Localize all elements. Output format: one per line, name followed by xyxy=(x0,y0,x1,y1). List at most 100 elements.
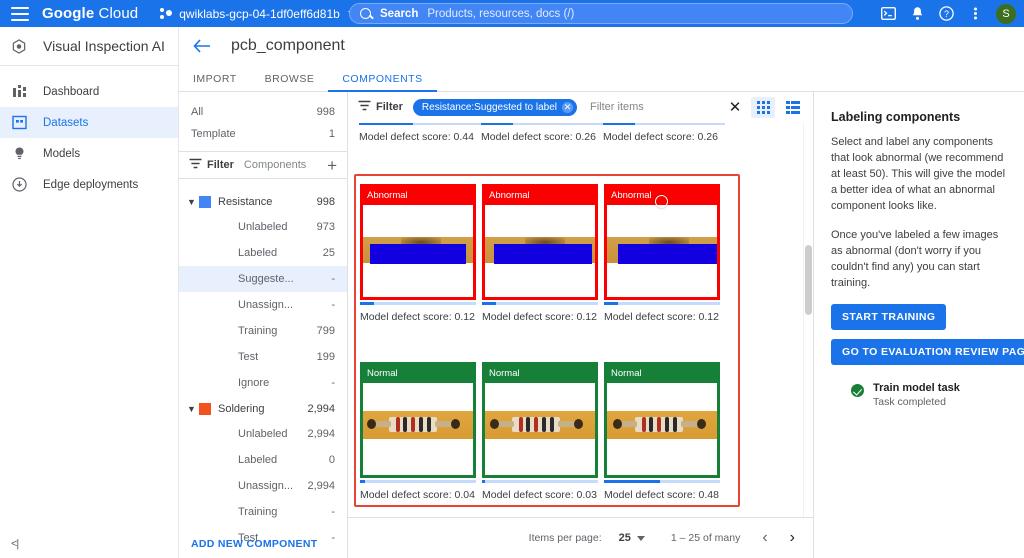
grid-card-partial[interactable]: Model defect score: 0.26 xyxy=(481,123,603,143)
summary-row-template[interactable]: Template 1 xyxy=(179,123,347,145)
help-icon[interactable]: ? xyxy=(933,1,959,27)
start-training-button[interactable]: START TRAINING xyxy=(831,304,947,330)
resistor-band-1 xyxy=(519,417,523,432)
resistor-band-2 xyxy=(403,417,407,432)
sidebar-item-models[interactable]: Models xyxy=(0,138,178,169)
card-image[interactable]: Normal xyxy=(360,362,476,478)
chevron-down-icon: ▼ xyxy=(187,403,196,414)
component-subitem-ignore[interactable]: Ignore - xyxy=(179,551,347,558)
list-view-icon[interactable] xyxy=(781,97,805,118)
sidebar-item-edge-deployments[interactable]: Edge deployments xyxy=(0,169,178,200)
project-selector[interactable]: qwiklabs-gcp-04-1df0eff6d81b xyxy=(160,7,356,21)
component-subitem-labeled[interactable]: Labeled 25 xyxy=(179,240,347,266)
chevron-right-icon[interactable]: › xyxy=(790,530,795,546)
product-title-row: Visual Inspection AI xyxy=(0,27,178,66)
grid-card-abnormal[interactable]: Abnormal Model defect score: 0.12 xyxy=(360,184,476,323)
component-subitem-unassigned[interactable]: Unassign... 2,994 xyxy=(179,473,347,499)
models-icon xyxy=(11,146,27,162)
summary-row-all[interactable]: All 998 xyxy=(179,101,347,123)
component-subitem-unassigned[interactable]: Unassign... - xyxy=(179,292,347,318)
component-subitem-unlabeled[interactable]: Unlabeled 973 xyxy=(179,214,347,240)
component-tree: ▼ Resistance 998 Unlabeled 973 Labeled 2… xyxy=(179,189,347,558)
grid-card-abnormal[interactable]: Abnormal Model defect score: 0.12 xyxy=(482,184,598,323)
component-group-resistance[interactable]: ▼ Resistance 998 xyxy=(179,189,347,214)
grid-card-normal[interactable]: Normal Model defect score: 0.48 xyxy=(604,362,720,501)
card-image[interactable]: Normal xyxy=(482,362,598,478)
grid-scrollbar[interactable] xyxy=(803,123,813,517)
items-per-page-value: 25 xyxy=(618,532,631,544)
card-image[interactable]: Abnormal xyxy=(604,184,720,300)
defect-score-bar xyxy=(603,123,725,125)
resistor-cap-left xyxy=(490,419,499,429)
grid-card-normal[interactable]: Normal Model defect score: 0.03 xyxy=(482,362,598,501)
chevron-left-icon[interactable]: ‹ xyxy=(762,530,767,546)
back-arrow-icon[interactable] xyxy=(191,35,213,57)
card-image[interactable]: Normal xyxy=(604,362,720,478)
component-subitem-training[interactable]: Training 799 xyxy=(179,318,347,344)
avatar[interactable]: S xyxy=(996,3,1016,24)
component-subitem-training[interactable]: Training - xyxy=(179,499,347,525)
component-photo xyxy=(607,205,717,297)
plus-icon[interactable]: + xyxy=(327,157,337,174)
tab-browse[interactable]: BROWSE xyxy=(251,73,329,91)
sidebar-item-datasets[interactable]: Datasets xyxy=(0,107,178,138)
component-subitem-ignore[interactable]: Ignore - xyxy=(179,370,347,396)
chevron-down-icon: ▼ xyxy=(187,196,196,207)
logo-cloud-text: Cloud xyxy=(98,5,139,22)
card-image[interactable]: Abnormal xyxy=(360,184,476,300)
grid-card-partial[interactable]: Model defect score: 0.26 xyxy=(603,123,725,143)
defect-score-text: Model defect score: 0.26 xyxy=(603,131,718,143)
filter-chip-label: Resistance:Suggested to label xyxy=(421,101,557,113)
grid-card-normal[interactable]: Normal Model defect score: 0.04 xyxy=(360,362,476,501)
component-subitem-test[interactable]: Test 199 xyxy=(179,344,347,370)
nav-list: Dashboard Datasets Models Edge deploymen… xyxy=(0,66,178,200)
defect-bounding-box xyxy=(618,244,717,264)
component-subitem-labeled[interactable]: Labeled 0 xyxy=(179,447,347,473)
component-filter-input[interactable]: Components xyxy=(244,159,327,171)
grid-scrollbar-thumb[interactable] xyxy=(805,245,812,315)
close-icon[interactable]: ✕ xyxy=(725,97,745,117)
hamburger-icon[interactable] xyxy=(11,6,29,21)
search-icon xyxy=(360,8,371,19)
resistor-band-2 xyxy=(526,417,530,432)
subitem-label: Unassign... xyxy=(238,480,294,492)
resistor-band-5 xyxy=(550,417,554,432)
card-image[interactable]: Abnormal xyxy=(482,184,598,300)
grid-card-abnormal[interactable]: Abnormal Model defect score: 0.12 xyxy=(604,184,720,323)
component-subitem-suggested[interactable]: Suggeste... - xyxy=(179,266,347,292)
resistor-band-1 xyxy=(642,417,646,432)
defect-score-bar xyxy=(482,302,598,305)
grid-view-icon[interactable] xyxy=(751,96,775,118)
chip-remove-icon[interactable]: ✕ xyxy=(562,101,573,113)
defect-score-bar xyxy=(360,302,476,305)
component-subitem-unlabeled[interactable]: Unlabeled 2,994 xyxy=(179,421,347,447)
subitem-count: - xyxy=(331,377,335,389)
notifications-icon[interactable] xyxy=(904,1,930,27)
tab-import[interactable]: IMPORT xyxy=(179,73,251,91)
filter-chip[interactable]: Resistance:Suggested to label ✕ xyxy=(412,98,577,116)
component-group-soldering[interactable]: ▼ Soldering 2,994 xyxy=(179,396,347,421)
google-cloud-logo[interactable]: Google Cloud xyxy=(42,5,138,22)
filter-items-input[interactable]: Filter items xyxy=(590,101,725,113)
left-navigation: Visual Inspection AI Dashboard Datasets … xyxy=(0,27,179,558)
pagination-range: 1 – 25 of many xyxy=(670,532,741,544)
tab-components[interactable]: COMPONENTS xyxy=(328,73,437,92)
color-swatch xyxy=(199,402,211,415)
cloud-shell-icon[interactable] xyxy=(875,1,901,27)
subitem-label: Labeled xyxy=(238,454,278,466)
subitem-count: 25 xyxy=(322,247,335,259)
collapse-sidebar-button[interactable]: <| xyxy=(11,538,19,550)
sidebar-item-dashboard[interactable]: Dashboard xyxy=(0,76,178,107)
grid-card-partial[interactable]: Model defect score: 0.44 xyxy=(359,123,481,143)
add-new-component-button[interactable]: ADD NEW COMPONENT xyxy=(191,538,317,550)
subitem-count: 973 xyxy=(316,221,335,233)
go-to-evaluation-review-page-button[interactable]: GO TO EVALUATION REVIEW PAGE xyxy=(831,339,1024,365)
cards-area: Model defect score: 0.44 Model defect sc… xyxy=(348,123,813,517)
items-per-page-select[interactable]: 25 xyxy=(619,532,645,544)
search-input[interactable]: Search Products, resources, docs (/) xyxy=(349,3,853,24)
resistor-band-3 xyxy=(657,417,661,432)
sidebar-item-label: Models xyxy=(43,147,81,160)
more-options-icon[interactable] xyxy=(962,1,988,27)
subitem-count: 2,994 xyxy=(307,480,335,492)
defect-score-text: Model defect score: 0.48 xyxy=(604,489,719,501)
